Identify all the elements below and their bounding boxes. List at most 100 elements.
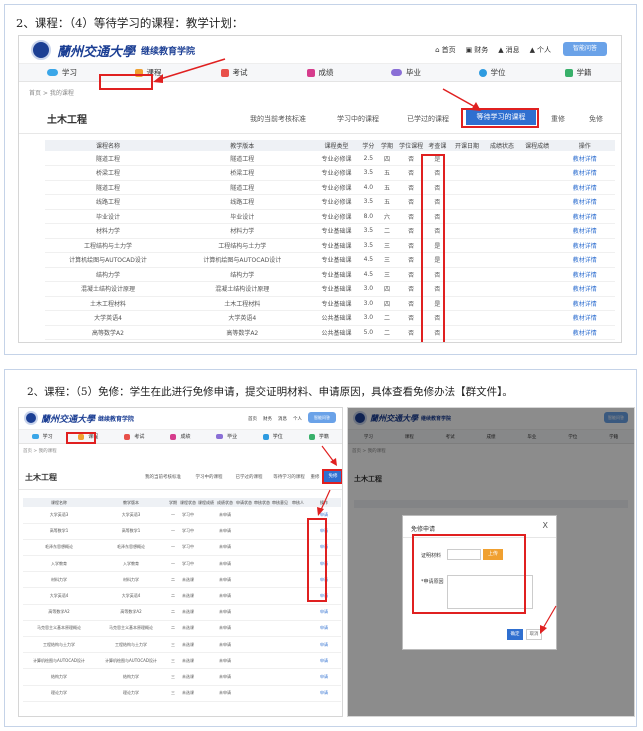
nav-item-grades[interactable]: 成绩	[277, 67, 363, 78]
nav-item-degree[interactable]: 学位	[250, 433, 296, 440]
nav-item-course[interactable]: 课程	[105, 67, 191, 78]
top-link-message[interactable]: 消息	[278, 416, 287, 422]
nav-item-study[interactable]: 学习	[19, 67, 105, 78]
top-link-message[interactable]: ▲ 消息	[498, 45, 519, 55]
tab-waiting[interactable]: 等待学习的课程	[269, 474, 309, 480]
nav-item-course[interactable]: 课程	[65, 433, 111, 440]
nav-item-exam[interactable]: 考试	[111, 433, 157, 440]
tab-retake[interactable]: 重修	[307, 474, 323, 480]
tab-retake[interactable]: 重修	[543, 114, 573, 124]
breadcrumb[interactable]: 首页 > 我的课程	[23, 448, 57, 454]
table-cell: 隧道工程	[45, 180, 172, 195]
row-action-link[interactable]: 教材详情	[554, 209, 615, 224]
row-action-link[interactable]: 申请	[307, 620, 341, 638]
table-row: 结构力学 结构力学 专业基础课 4.5 三否否教材详情	[45, 267, 615, 282]
row-action-link[interactable]: 申请	[307, 587, 341, 605]
table-cell: 工程结构与土力学	[171, 238, 314, 253]
smart-qa-badge[interactable]: 智能问答	[308, 412, 336, 423]
confirm-button[interactable]: 确定	[507, 629, 523, 640]
tab-studying[interactable]: 学习中的课程	[189, 474, 229, 480]
table-cell: 五	[377, 180, 397, 195]
top-link-home[interactable]: 首页	[248, 416, 257, 422]
table-cell: 一	[167, 523, 179, 540]
row-action-link[interactable]: 教材详情	[554, 267, 615, 282]
row-action-link[interactable]: 教材详情	[554, 194, 615, 210]
row-action-link[interactable]: 教材详情	[554, 296, 615, 311]
top-link-finance[interactable]: 财务	[263, 416, 272, 422]
table-row: 大学英语3 大学英语3 一学习中 未申请 申请	[23, 507, 341, 524]
status-icon	[564, 68, 573, 77]
row-action-link[interactable]: 教材详情	[554, 281, 615, 297]
smart-qa-badge[interactable]: 智能问答	[563, 42, 607, 56]
row-action-link[interactable]: 申请	[307, 652, 341, 670]
nav-item-graduation[interactable]: 毕业	[204, 433, 250, 440]
nav-item-status[interactable]: 学籍	[535, 67, 621, 78]
nav-item-study[interactable]: 学习	[19, 433, 65, 440]
cancel-button[interactable]: 取消	[526, 629, 542, 640]
table-cell: 四	[377, 151, 397, 166]
table-cell: 材料力学	[95, 571, 167, 589]
table-cell	[289, 523, 307, 540]
breadcrumb[interactable]: 首页 > 我的课程	[29, 88, 74, 97]
row-action-link[interactable]: 教材详情	[554, 165, 615, 181]
table-cell: 否	[396, 165, 426, 181]
table-cell: 高等数学1	[23, 523, 95, 540]
reason-textarea[interactable]	[447, 575, 533, 609]
row-action-link[interactable]: 申请	[307, 523, 341, 540]
table-cell	[253, 668, 271, 686]
table-cell	[519, 209, 555, 224]
table-row: 毛泽东思想概论 毛泽东思想概论一学习中 未申请 申请	[23, 539, 341, 557]
nav-item-grades[interactable]: 成绩	[157, 433, 203, 440]
upload-button[interactable]: 上传	[483, 549, 503, 560]
tab-completed[interactable]: 已学过的课程	[229, 474, 269, 480]
table-row: 材料力学 材料力学 专业基础课 3.5 二否否教材详情	[45, 223, 615, 239]
row-action-link[interactable]: 教材详情	[554, 223, 615, 239]
table-cell: 未选课	[179, 587, 197, 605]
nav-item-exam[interactable]: 考试	[191, 67, 277, 78]
row-action-link[interactable]: 申请	[307, 555, 341, 573]
table-cell: 高等数学A2	[95, 604, 167, 621]
table-cell: 工程结构与土力学	[23, 636, 95, 654]
row-action-link[interactable]: 教材详情	[554, 238, 615, 253]
tab-waiting[interactable]: 等待学习的课程	[466, 110, 536, 125]
tab-studying[interactable]: 学习中的课程	[327, 114, 389, 124]
row-action-link[interactable]: 教材详情	[554, 180, 615, 195]
top-link-home[interactable]: ⌂ 首页	[435, 45, 455, 55]
row-action-link[interactable]: 申请	[307, 685, 341, 702]
table-cell	[519, 223, 555, 239]
close-icon[interactable]: X	[543, 521, 548, 530]
tab-assessment-standard[interactable]: 我的当前考核标准	[237, 114, 319, 124]
row-action-link[interactable]: 申请	[307, 636, 341, 654]
top-link-finance[interactable]: ▣ 财务	[466, 45, 489, 55]
row-action-link[interactable]: 申请	[307, 571, 341, 589]
row-action-link[interactable]: 申请	[307, 668, 341, 686]
row-action-link[interactable]: 申请	[307, 507, 341, 524]
nav-item-status[interactable]: 学籍	[296, 433, 342, 440]
table-cell	[235, 571, 253, 589]
top-link-personal[interactable]: 个人	[293, 416, 302, 422]
row-action-link[interactable]: 教材详情	[554, 310, 615, 326]
table-header-cell: 学期	[377, 140, 397, 151]
table-cell: 专业必修课	[313, 180, 360, 195]
tab-exempt[interactable]: 免修	[581, 114, 611, 124]
row-action-link[interactable]: 教材详情	[554, 325, 615, 340]
row-action-link[interactable]: 申请	[307, 539, 341, 557]
tab-completed[interactable]: 已学过的课程	[397, 114, 459, 124]
table-row: 毕业设计 毕业设计 专业必修课 8.0 六否否教材详情	[45, 209, 615, 224]
tab-assessment-standard[interactable]: 我的当前考核标准	[137, 474, 189, 480]
row-action-link[interactable]: 教材详情	[554, 252, 615, 268]
table-cell: 3.5	[359, 223, 378, 239]
table-cell: 四	[377, 296, 397, 311]
nav-item-graduation[interactable]: 毕业	[363, 67, 449, 78]
table-cell: 高等数学A2	[23, 604, 95, 621]
tab-exempt[interactable]: 免修	[324, 471, 342, 482]
table-cell	[289, 685, 307, 702]
proof-file-field[interactable]	[447, 549, 481, 560]
table-cell	[449, 325, 485, 340]
nav-item-degree[interactable]: 学位	[449, 67, 535, 78]
row-action-link[interactable]: 教材详情	[554, 151, 615, 166]
row-action-link[interactable]: 申请	[307, 604, 341, 621]
top-link-personal[interactable]: ▲ 个人	[530, 45, 551, 55]
table-cell: 是	[425, 296, 450, 311]
table-cell	[449, 223, 485, 239]
